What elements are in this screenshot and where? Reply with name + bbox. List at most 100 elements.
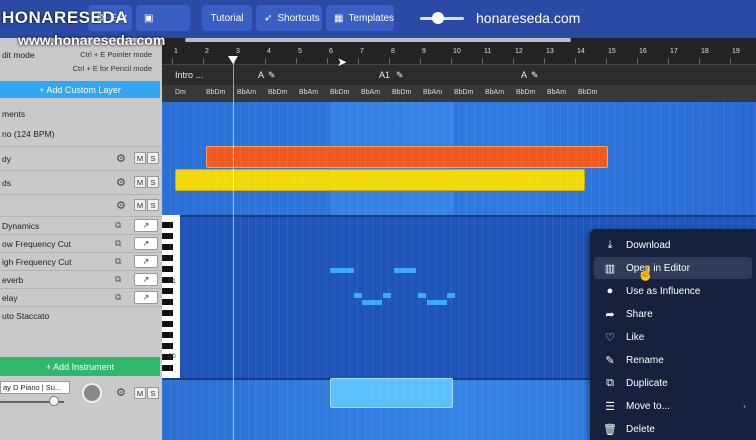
playhead[interactable] [233,56,234,440]
add-instrument-button[interactable]: + Add Instrument [0,357,160,376]
chord-label[interactable]: BbAm [299,89,318,96]
section-label[interactable]: A [258,70,264,80]
templates-button[interactable]: ▦ Templates [326,5,394,31]
automation-toggle[interactable]: ↗ [134,219,158,232]
timeline-tick-label: 5 [298,48,302,55]
zoom-slider-handle[interactable] [432,12,444,24]
mute-button[interactable]: M [134,199,146,211]
timeline-tick-label: 18 [701,48,709,55]
chord-label[interactable]: BbDm [392,89,411,96]
menu-item-move-to[interactable]: ☰ Move to... › [594,395,752,417]
menu-item-download[interactable]: ⤓ Download [594,234,752,256]
automation-toggle[interactable]: ↗ [134,273,158,286]
mute-button[interactable]: M [134,176,146,188]
solo-button[interactable]: S [147,176,159,188]
playhead-marker[interactable] [228,56,238,64]
track-row[interactable]: dy ⚙ M S [0,146,162,170]
view-icon: ▣ [144,12,154,24]
chord-label[interactable]: BbAm [485,89,504,96]
shortcuts-button[interactable]: ➶ Shortcuts [256,5,322,31]
heart-icon: ♡ [605,331,615,344]
pan-knob[interactable] [82,383,102,403]
section-label[interactable]: A [521,70,527,80]
add-custom-layer-button[interactable]: + Add Custom Layer [0,81,160,98]
menu-item-delete[interactable]: 🗑 Delete [594,418,752,440]
effect-row[interactable]: uto Staccato [0,306,162,324]
effect-row[interactable]: Dynamics ⧉ ↗ [0,216,162,234]
gear-icon[interactable]: ⚙ [116,176,126,189]
menu-item-label: Delete [626,423,655,435]
view-button[interactable]: ▣ [136,5,190,31]
section-edit-icon[interactable]: ✎ [396,70,404,81]
menu-item-label: Rename [626,354,664,366]
section-lane: Intro ... A ✎ A1 ✎ A ✎ [162,64,756,85]
section-edit-icon[interactable]: ✎ [268,70,276,81]
chord-label[interactable]: Dm [175,89,186,96]
chord-label[interactable]: BbDm [206,89,225,96]
effect-row[interactable]: igh Frequency Cut ⧉ ↗ [0,252,162,270]
tutorial-button[interactable]: Tutorial [202,5,252,31]
pencil-icon: ✎ [605,354,615,367]
menu-item-label: Use as Influence [626,285,701,297]
solo-button[interactable]: S [147,152,159,164]
effect-row[interactable]: elay ⧉ ↗ [0,288,162,306]
chord-label[interactable]: BbDm [578,89,597,96]
timeline-tick-label: 3 [236,48,240,55]
chord-label[interactable]: BbDm [268,89,287,96]
chord-label[interactable]: BbAm [423,89,442,96]
menu-item-share[interactable]: ➦ Share [594,303,752,325]
duplicate-icon[interactable]: ⧉ [115,238,121,249]
site-watermark: honareseda.com [476,10,581,26]
timeline-tick-label: 1 [174,48,178,55]
chevron-right-icon: › [743,401,746,411]
chord-label[interactable]: BbDm [454,89,473,96]
menu-item-duplicate[interactable]: ⧉ Duplicate [594,372,752,394]
duplicate-icon[interactable]: ⧉ [115,220,121,231]
track-row[interactable]: ⚙ M S [0,194,162,216]
section-edit-icon[interactable]: ✎ [531,70,539,81]
chord-label[interactable]: BbAm [361,89,380,96]
solo-button[interactable]: S [147,199,159,211]
duplicate-icon[interactable]: ⧉ [115,274,121,285]
gear-icon[interactable]: ⚙ [116,199,126,212]
context-menu: ⤓ Download ▥ Open in Editor ● Use as Influenc… [590,229,756,440]
chord-label[interactable]: BbAm [547,89,566,96]
horizontal-scrollbar[interactable] [185,38,571,42]
chord-label[interactable]: BbDm [516,89,535,96]
mute-button[interactable]: M [134,387,146,399]
effect-row[interactable]: everb ⧉ ↗ [0,270,162,288]
section-label[interactable]: A1 [379,70,390,80]
automation-toggle[interactable]: ↗ [134,291,158,304]
menu-item-label: Open in Editor [626,262,690,274]
section-label[interactable]: Intro ... [175,70,203,80]
duplicate-icon: ⧉ [606,376,614,389]
automation-toggle[interactable]: ↗ [134,237,158,250]
watermark-logo: HONARESEDA [2,8,128,27]
chord-label[interactable]: BbAm [237,89,256,96]
timeline-tick-label: 17 [670,48,678,55]
gear-icon[interactable]: ⚙ [116,152,126,165]
duplicate-icon[interactable]: ⧉ [115,256,121,267]
timeline-tick-label: 6 [329,48,333,55]
pointer-mode-hint: Ctrl + E Pointer mode [80,50,152,59]
instrument-select[interactable]: ay D Piano | Su... [0,381,70,394]
effect-row[interactable]: ow Frequency Cut ⧉ ↗ [0,234,162,252]
duplicate-icon[interactable]: ⧉ [115,292,121,303]
solo-button[interactable]: S [147,387,159,399]
automation-toggle[interactable]: ↗ [134,255,158,268]
grid-icon: ▦ [334,12,344,24]
menu-item-like[interactable]: ♡ Like [594,326,752,348]
menu-item-rename[interactable]: ✎ Rename [594,349,752,371]
timeline-tick-label: 7 [360,48,364,55]
menu-item-open-in-editor[interactable]: ▥ Open in Editor [594,257,752,279]
timeline-tick-label: 2 [205,48,209,55]
mute-button[interactable]: M [134,152,146,164]
volume-slider-handle[interactable] [49,396,60,406]
gear-icon[interactable]: ⚙ [116,386,126,399]
menu-item-label: Move to... [626,400,670,412]
menu-item-label: Duplicate [626,377,668,389]
menu-item-use-as-influence[interactable]: ● Use as Influence [594,280,752,302]
chord-label[interactable]: BbDm [330,89,349,96]
track-row[interactable]: ds ⚙ M S [0,170,162,194]
timeline-tick-label: 4 [267,48,271,55]
